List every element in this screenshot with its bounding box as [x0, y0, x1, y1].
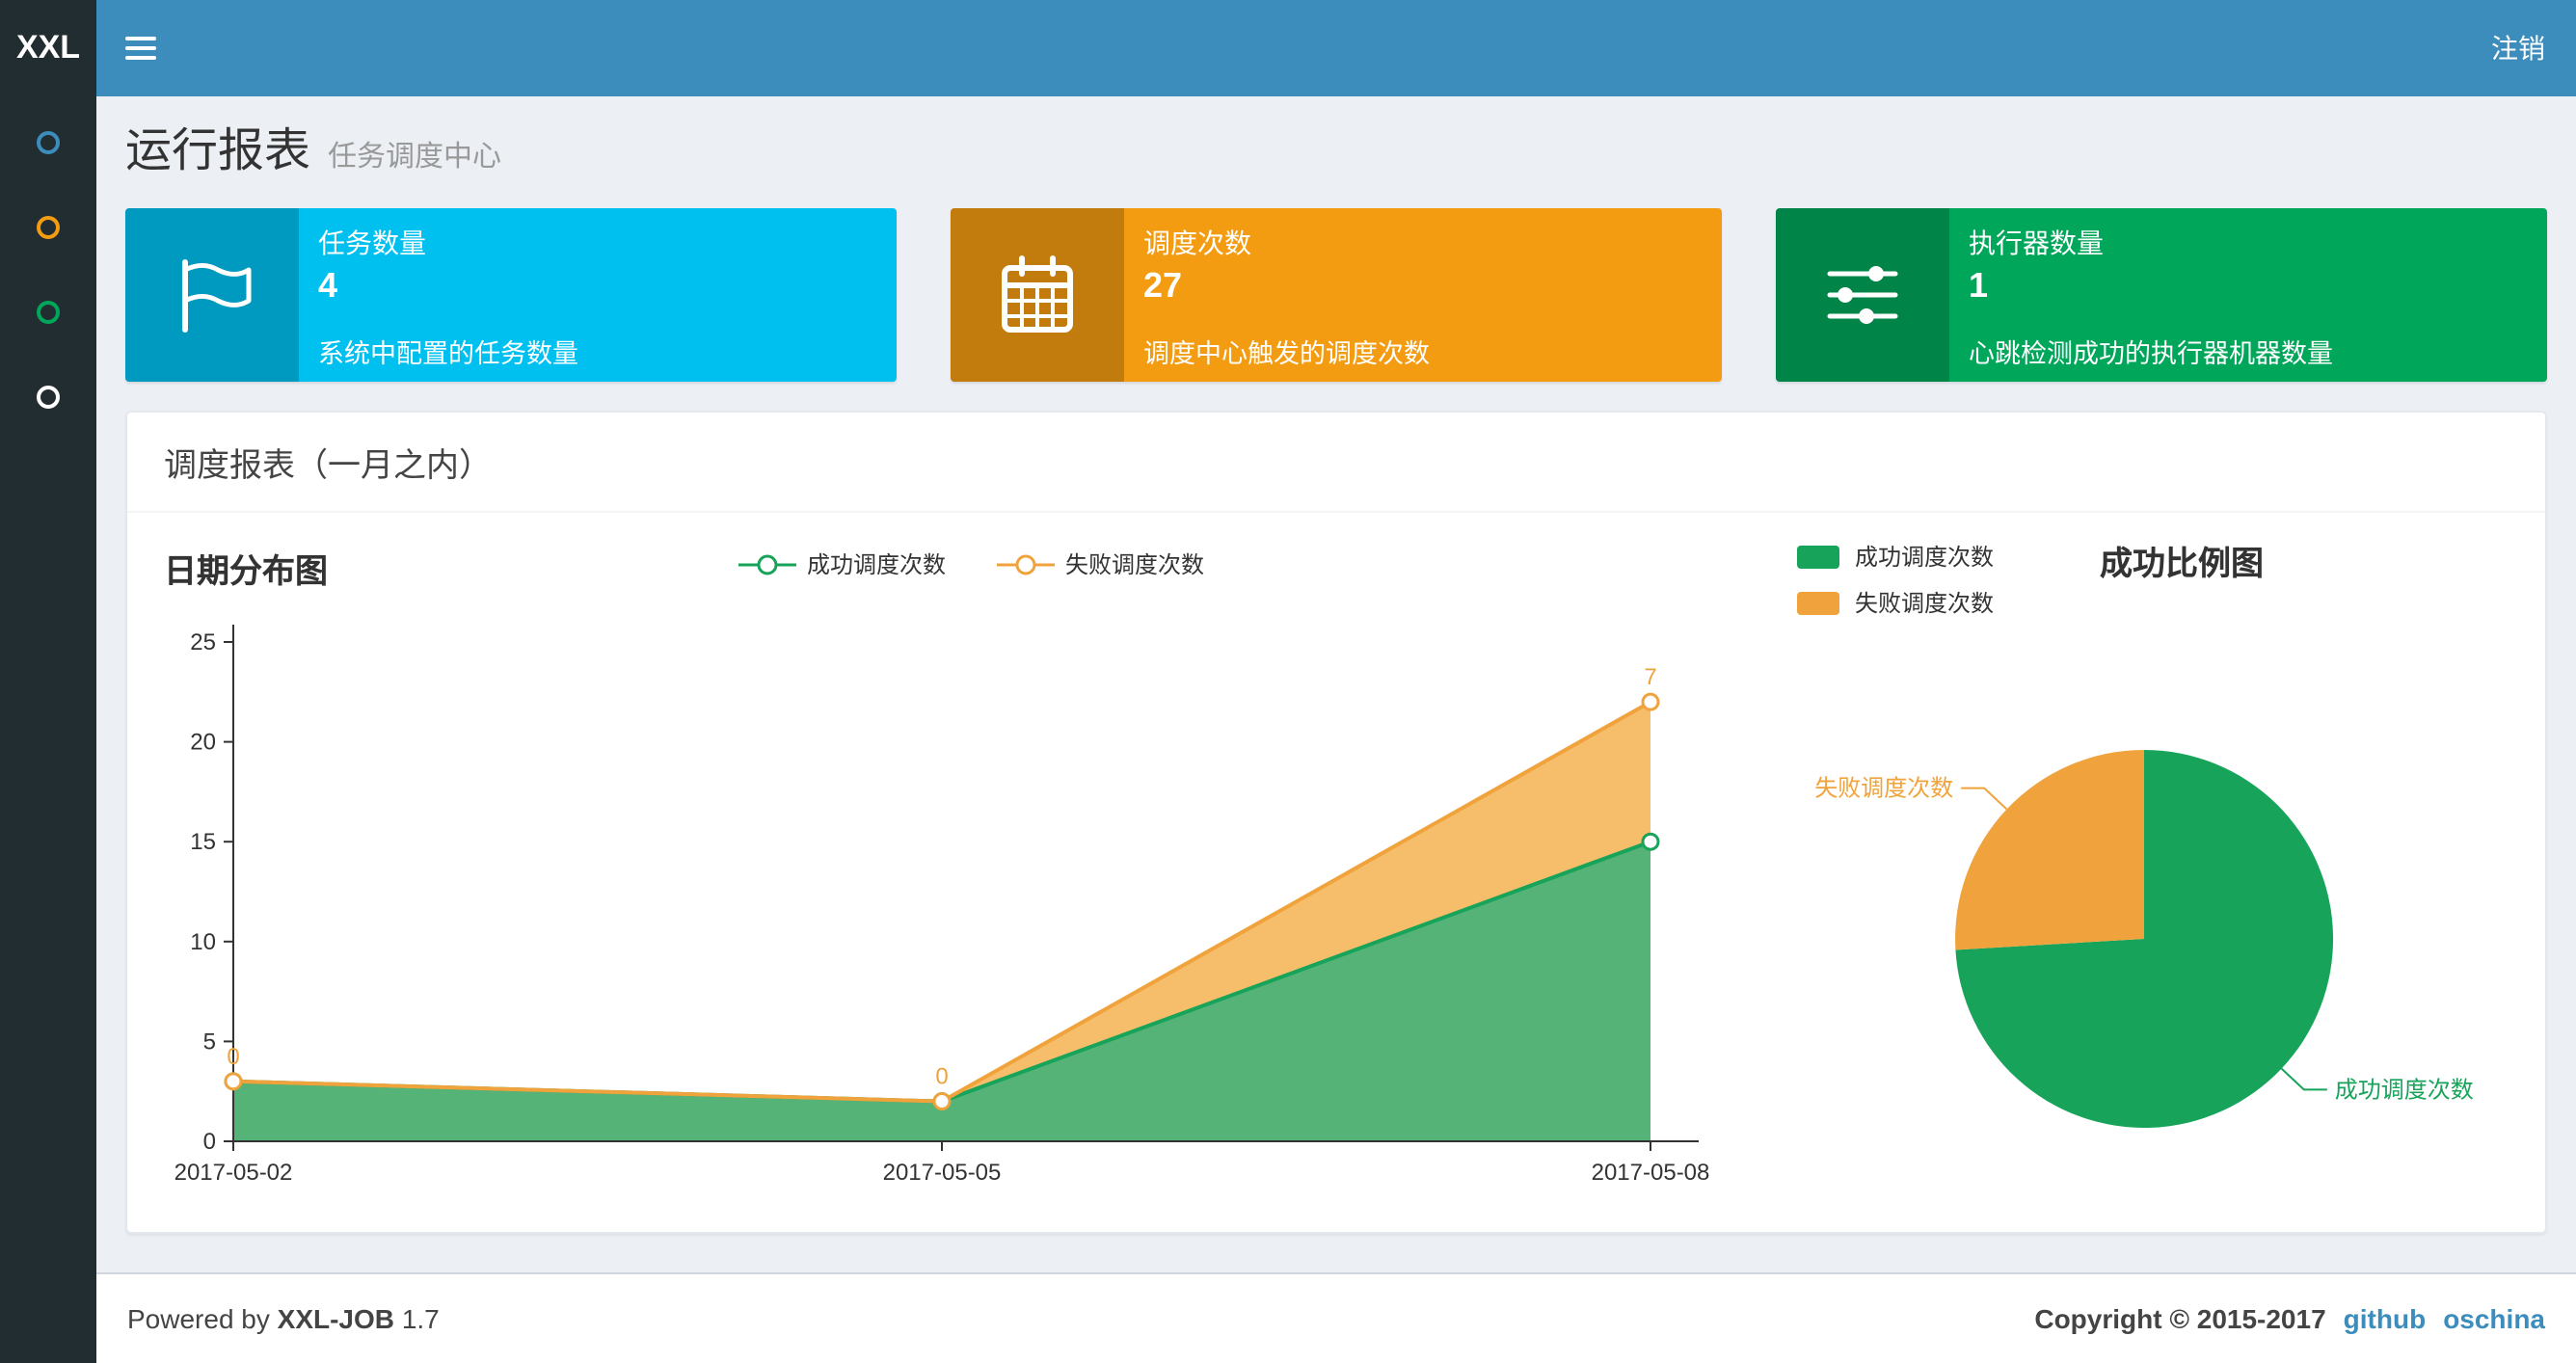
footer-right: Copyright © 2015-2017 github oschina	[2034, 1303, 2545, 1334]
flag-icon	[125, 208, 299, 382]
legend-item[interactable]: 失败调度次数	[996, 548, 1204, 580]
oschina-link[interactable]: oschina	[2443, 1303, 2545, 1334]
navbar-spacer	[183, 0, 2460, 96]
info-box-value: 4	[318, 266, 338, 305]
legend-item[interactable]: 失败调度次数	[1797, 586, 1994, 619]
line-marker-icon	[996, 553, 1054, 575]
github-link[interactable]: github	[2344, 1303, 2427, 1334]
svg-text:7: 7	[1644, 664, 1656, 690]
svg-text:2017-05-05: 2017-05-05	[883, 1160, 1002, 1186]
hamburger-icon	[124, 37, 155, 40]
info-box-job-count: 任务数量 4 系统中配置的任务数量	[125, 208, 897, 382]
page-header: 运行报表 任务调度中心	[96, 96, 2576, 179]
panel-title: 调度报表（一月之内）	[127, 413, 2545, 513]
line-chart-header: 日期分布图 成功调度次数 失败调度次数	[156, 532, 1785, 605]
svg-text:0: 0	[935, 1064, 948, 1090]
circle-icon	[37, 216, 60, 239]
legend-item[interactable]: 成功调度次数	[1797, 540, 1994, 573]
footer: Powered by XXL-JOB 1.7 Copyright © 2015-…	[96, 1272, 2576, 1363]
info-box-label: 调度次数	[1143, 227, 1251, 258]
legend-label: 失败调度次数	[1065, 551, 1205, 578]
info-box-value: 1	[1969, 266, 1989, 305]
info-box-content: 任务数量 4 系统中配置的任务数量	[299, 208, 897, 382]
sidebar-item-4[interactable]	[0, 355, 96, 440]
legend-swatch-icon	[1797, 591, 1839, 614]
line-chart-legend: 成功调度次数 失败调度次数	[737, 548, 1204, 580]
legend-label: 成功调度次数	[806, 551, 946, 578]
date-distribution-chart: 日期分布图 成功调度次数 失败调度次数 0 5 10 15 20 25 2017-05-02 2…	[156, 532, 1785, 1205]
legend-label: 成功调度次数	[1855, 544, 1995, 571]
product-version: 1.7	[401, 1303, 440, 1334]
line-area-chart[interactable]: 05101520252017-05-02 2017-05-05 2017-05-08…	[156, 605, 1785, 1195]
svg-text:成功调度次数: 成功调度次数	[2335, 1077, 2474, 1103]
svg-text:2017-05-02: 2017-05-02	[174, 1160, 293, 1186]
line-chart-title: 日期分布图	[164, 553, 328, 590]
content-area: 运行报表 任务调度中心 任务数量 4 系统中配置的任务数量 调度次数 27 调度…	[96, 96, 2576, 1363]
legend-label: 失败调度次数	[1855, 590, 1995, 617]
copyright-text: Copyright © 2015-2017	[2034, 1303, 2326, 1334]
info-box-row: 任务数量 4 系统中配置的任务数量 调度次数 27 调度中心触发的调度次数 执行…	[96, 179, 2576, 382]
pie-chart[interactable]: 成功调度次数 失败调度次数	[1797, 634, 2530, 1174]
app-logo[interactable]: XXL	[0, 0, 96, 96]
pie-chart-header: 成功调度次数 失败调度次数 成功比例图	[1797, 532, 2530, 619]
svg-text:20: 20	[190, 730, 216, 756]
sidebar-item-3[interactable]	[0, 270, 96, 355]
circle-icon	[37, 131, 60, 154]
page-subtitle: 任务调度中心	[328, 141, 502, 174]
sidebar-item-2[interactable]	[0, 185, 96, 270]
svg-text:0: 0	[203, 1129, 216, 1155]
svg-text:5: 5	[203, 1029, 216, 1055]
info-box-label: 执行器数量	[1969, 227, 2104, 258]
info-box-content: 调度次数 27 调度中心触发的调度次数	[1124, 208, 1722, 382]
info-box-description: 调度中心触发的调度次数	[1143, 339, 1430, 368]
page-title: 运行报表	[125, 125, 310, 177]
circle-icon	[37, 386, 60, 409]
legend-swatch-icon	[1797, 545, 1839, 568]
info-box-value: 27	[1143, 266, 1183, 305]
legend-item[interactable]: 成功调度次数	[737, 548, 946, 580]
info-box-description: 心跳检测成功的执行器机器数量	[1969, 339, 2333, 368]
sidebar	[0, 96, 96, 1363]
svg-text:失败调度次数: 失败调度次数	[1814, 776, 1953, 802]
info-box-executor-count: 执行器数量 1 心跳检测成功的执行器机器数量	[1776, 208, 2547, 382]
panel-body: 日期分布图 成功调度次数 失败调度次数 0 5 10 15 20 25 2017-05-02 2…	[127, 513, 2545, 1232]
success-ratio-chart: 成功调度次数 失败调度次数 成功比例图 成功调度次数 失败调度次数	[1785, 532, 2530, 1205]
pie-chart-legend: 成功调度次数 失败调度次数	[1797, 532, 1994, 619]
powered-by-text: Powered by XXL-JOB 1.7	[127, 1303, 440, 1334]
svg-text:25: 25	[190, 629, 216, 655]
svg-text:15: 15	[190, 829, 216, 855]
app-window: XXL 注销 运行报表 任务调度中心 任务数量 4 系统中配置的任务数量 调度次…	[0, 0, 2576, 1363]
info-box-description: 系统中配置的任务数量	[318, 339, 578, 368]
svg-text:0: 0	[227, 1044, 239, 1070]
hamburger-icon	[124, 56, 155, 60]
top-navbar: 注销	[96, 0, 2576, 96]
svg-text:10: 10	[190, 929, 216, 955]
sliders-icon	[1776, 208, 1949, 382]
pie-chart-title: 成功比例图	[2100, 546, 2265, 582]
schedule-report-panel: 调度报表（一月之内） 日期分布图 成功调度次数 失败调度次数 0 5 10 15 20 25…	[125, 411, 2547, 1234]
info-box-label: 任务数量	[318, 227, 426, 258]
sidebar-item-1[interactable]	[0, 100, 96, 185]
svg-text:2017-05-08: 2017-05-08	[1592, 1160, 1710, 1186]
info-box-trigger-count: 调度次数 27 调度中心触发的调度次数	[951, 208, 1722, 382]
circle-icon	[37, 301, 60, 324]
line-marker-icon	[737, 553, 795, 575]
product-name: XXL-JOB	[277, 1303, 395, 1334]
sidebar-toggle-button[interactable]	[96, 0, 183, 96]
logout-link[interactable]: 注销	[2460, 0, 2576, 96]
info-box-content: 执行器数量 1 心跳检测成功的执行器机器数量	[1949, 208, 2547, 382]
calendar-icon	[951, 208, 1124, 382]
hamburger-icon	[124, 46, 155, 50]
